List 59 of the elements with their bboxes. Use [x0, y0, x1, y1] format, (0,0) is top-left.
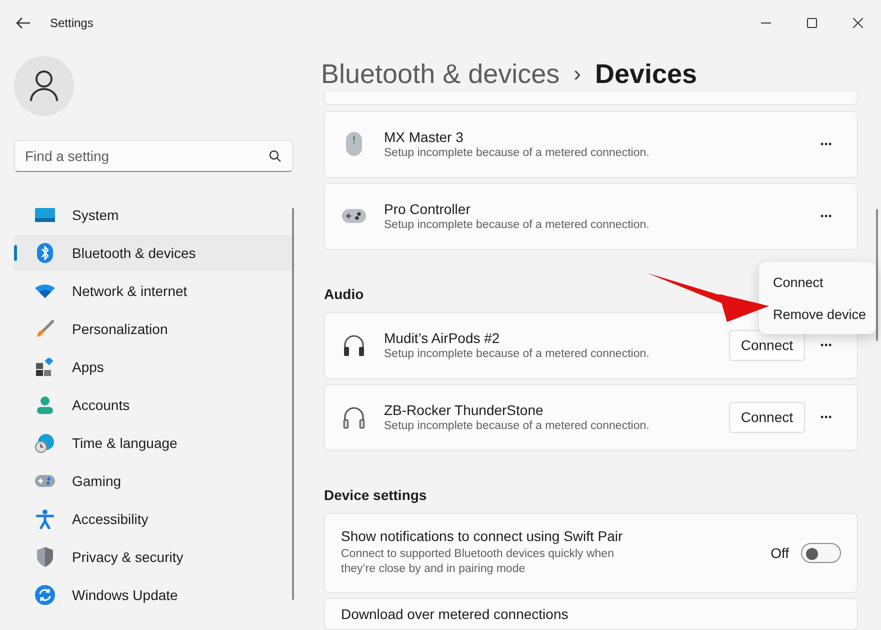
close-icon	[853, 18, 863, 28]
toggle-state-label: Off	[770, 544, 789, 561]
sidebar-item[interactable]: Apps	[14, 349, 293, 385]
scrollbar[interactable]	[292, 208, 294, 600]
toggle-switch[interactable]	[801, 542, 841, 563]
shield-icon	[37, 547, 53, 567]
page-title: Devices	[594, 58, 698, 90]
paintbrush-icon	[36, 320, 54, 338]
device-name: MX Master 3	[384, 129, 464, 146]
gamepad-icon	[35, 475, 55, 487]
device-status: Setup incomplete because of a metered connection.	[384, 147, 650, 160]
headphones-icon	[342, 333, 366, 358]
more-options-button[interactable]: ···	[811, 129, 841, 160]
device-status: Setup incomplete because of a metered connection.	[384, 420, 650, 432]
sidebar-item[interactable]: System	[14, 197, 293, 233]
sidebar-item[interactable]: Accessibility	[14, 501, 293, 537]
scrollbar[interactable]	[876, 209, 878, 341]
setting-description: Connect to supported Bluetooth devices quickly when they’re close by and in pairing mode	[341, 546, 615, 578]
breadcrumb-link[interactable]: Bluetooth & devices	[321, 58, 560, 90]
wifi-icon	[35, 284, 55, 298]
connect-button[interactable]: Connect	[728, 330, 805, 361]
person-icon	[37, 396, 53, 414]
apps-icon	[36, 358, 54, 376]
device-status: Setup incomplete because of a metered connection.	[384, 348, 650, 360]
more-options-button[interactable]: ···	[811, 330, 841, 360]
globe-clock-icon	[35, 433, 55, 453]
gamepad-icon	[342, 208, 366, 224]
window-title: Settings	[50, 16, 94, 30]
bluetooth-icon	[37, 243, 53, 263]
menu-item[interactable]: Connect	[759, 266, 876, 298]
device-status: Setup incomplete because of a metered connection.	[384, 219, 650, 232]
section-heading: Device settings	[324, 486, 427, 503]
maximize-icon	[807, 18, 817, 28]
mouse-icon	[346, 132, 362, 156]
breadcrumb-separator: ›	[574, 61, 581, 87]
search-field[interactable]: Find a setting	[14, 140, 293, 172]
sidebar-item[interactable]: Windows Update	[14, 577, 293, 613]
device-name: Pro Controller	[384, 201, 472, 218]
device-name: ZB-Rocker ThunderStone	[384, 402, 544, 418]
setting-title: Download over metered connections	[341, 606, 570, 622]
sidebar-item[interactable]: Privacy & security	[14, 539, 293, 575]
connect-button[interactable]: Connect	[728, 402, 805, 433]
setting-title: Show notifications to connect using Swift Pair	[341, 528, 624, 544]
menu-item[interactable]: Remove device	[759, 298, 876, 330]
sidebar-item[interactable]: Accounts	[14, 387, 293, 423]
refresh-icon	[35, 585, 55, 605]
more-options-button[interactable]: ···	[811, 402, 841, 432]
sidebar-item[interactable]: Network & internet	[14, 273, 293, 309]
more-options-button[interactable]: ···	[811, 201, 841, 232]
monitor-icon	[35, 207, 55, 223]
sidebar-item[interactable]: Bluetooth & devices	[14, 235, 293, 271]
section-heading: Audio	[324, 286, 365, 302]
search-icon	[269, 150, 281, 162]
device-name: Mudit’s AirPods #2	[384, 330, 501, 346]
sidebar-item[interactable]: Gaming	[14, 463, 293, 499]
sidebar-item[interactable]: Time & language	[14, 425, 293, 461]
sidebar-item[interactable]: Personalization	[14, 311, 293, 347]
headphones-icon	[342, 405, 366, 430]
accessibility-icon	[36, 509, 54, 529]
